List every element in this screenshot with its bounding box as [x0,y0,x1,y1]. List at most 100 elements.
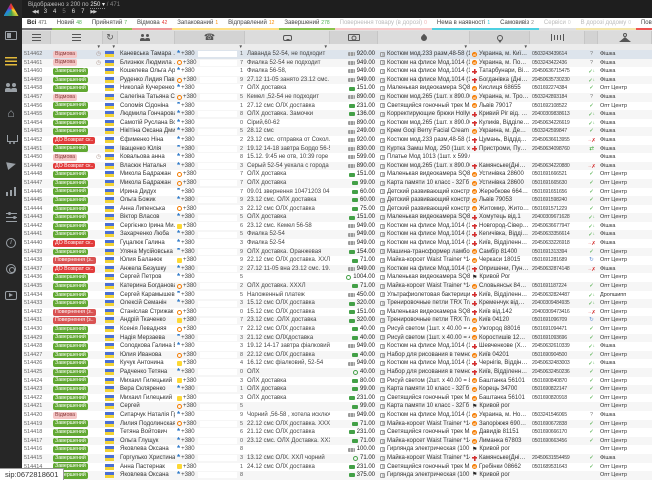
product-name: Тренировочные петли TRX Train… [387,316,470,325]
table-row[interactable]: 514420ВідмоваСитарчук Наталія Гр…*+3809Ч… [22,411,652,420]
table-row[interactable]: 514440ДО Возврат ск..Гуцалюк Галина*+380… [22,239,652,248]
table-row[interactable]: 514459ЗавершенийРуденко Лидия Пав…+38092… [22,76,652,85]
table-row[interactable]: 514414ЗавершенийАнна Пастернак+380124.12… [22,463,652,472]
table-row[interactable]: 514457ВідмоваСалегіна Татьяна С…+3805Кем… [22,93,652,102]
table-row[interactable]: 514435ЗавершенийКатерина Богданова+3802О… [22,282,652,291]
column-header-customer[interactable] [118,31,175,44]
column-header-delivery-state[interactable] [585,31,598,44]
sidebar-item-stats[interactable] [0,178,22,204]
table-row[interactable]: 514436ЗавершенийСергей Петров*+38051004.… [22,273,652,282]
sidebar-item-video[interactable] [0,282,22,308]
column-header-comment[interactable] [245,31,330,44]
table-row[interactable]: 514427ЗавершенийЮлия Иванова+380822.12 с… [22,351,652,360]
table-row[interactable]: 514434ЗавершенийСергей Карамышев*+3805На… [22,291,652,300]
table-row[interactable]: 514444ЗавершенийАнна Липенська+380322.12… [22,205,652,214]
table-row[interactable]: 514416ЗавершенийЯковлева Оксана*+3808100… [22,445,652,454]
table-row[interactable]: 514461Відмова◷Близнюк Людмила …+3807Фиал… [22,59,652,68]
column-header-shop[interactable] [598,31,652,44]
last-page-button[interactable]: ▶▶ [90,9,96,15]
table-row[interactable]: 514458ЗавершенийНиколай Кучеренко*+3807О… [22,84,652,93]
first-page-button[interactable]: ◀◀ [32,9,38,15]
payment-card-icon [352,336,358,340]
tab-Запакований[interactable]: Запакований1 [172,18,223,30]
table-row[interactable]: 514446ЗавершенийИрина Дидух*+380709.01 з… [22,188,652,197]
table-row[interactable]: 514430ЗавершенийКсенія Левадняя+380722.1… [22,325,652,334]
table-row[interactable]: 514438Повернення (з..Юлия Баланюк+380922… [22,256,652,265]
sidebar-item-cart[interactable] [0,126,22,152]
delivery-address: Куликів, Відділе… [479,119,529,128]
table-row[interactable]: 514445ЗавершенийОльга Божик*+380923.12 с… [22,196,652,205]
tab-Повернення[interactable]: Повернення [636,18,652,30]
tab-Всі[interactable]: Всі471 [22,18,52,30]
table-row[interactable]: 514456ЗавершенийСоломія Сідоніна*+380127… [22,102,652,111]
column-header-products[interactable] [378,31,470,44]
product-icon [380,232,385,237]
table-row[interactable]: 514439ЗавершенийУляна Мусійовська*+3809О… [22,248,652,257]
sidebar-item-orders-list[interactable] [0,48,22,74]
sidebar-item-customers[interactable] [0,74,22,100]
column-header-tracking[interactable] [530,31,585,44]
shop-name: Опт Центр [598,437,652,446]
column-header-address[interactable] [470,31,530,44]
table-row[interactable]: 514448ЗавершенийМикола Бадражан+3807ОЛХ … [22,170,652,179]
table-row[interactable]: 514415ЗавершенийГоргулько Христина…*+380… [22,454,652,463]
table-row[interactable]: 514426ЗавершенийКучук Антонина+380416.12… [22,359,652,368]
tab-Відмова[interactable]: Відмова42 [132,18,172,30]
tab-Прийнятий[interactable]: Прийнятий7 [87,18,132,30]
table-row[interactable]: 514433ЗавершенийОлексій Семанін*+380315.… [22,299,652,308]
table-row[interactable]: 514423ЗавершенийВера Скляренко*+3801ОЛХ … [22,385,652,394]
table-row[interactable]: 514429ЗавершенийНадія Мерзаева*+380321.1… [22,334,652,343]
sidebar-item-sliders[interactable] [0,204,22,230]
table-row[interactable]: 514451ЗавершенийІващенко Юлія*+380219.12… [22,145,652,154]
table-row[interactable]: 514431Повернення (з..Андрій Ткаченко+380… [22,316,652,325]
tab-Новий[interactable]: Новий48 [52,18,87,30]
column-header-phone[interactable]: ☎ [175,31,245,44]
tab-Сервіси[interactable]: Сервіси0 [539,18,576,30]
tab-Відправлений[interactable]: Відправлений12 [223,18,279,30]
table-row[interactable]: 514422ЗавершенийМихаил Гилецький+3803ОЛХ… [22,394,652,403]
column-header-country[interactable]: ↻ [103,31,118,44]
table-row[interactable]: 514428ЗавершенийСолодкова Галина В…*+380… [22,342,652,351]
table-row[interactable]: 514450Відмова◷Ковальова анна*+380815.12.… [22,153,652,162]
sidebar-item-dashboard-card[interactable] [0,22,22,48]
column-header-status[interactable] [51,31,103,44]
page-button-4[interactable]: 4 [53,9,56,15]
sidebar-item-warehouse[interactable]: ⌂ [0,100,22,126]
page-button-6[interactable]: 6 [72,9,75,15]
column-header-total[interactable] [330,31,378,44]
page-button-7[interactable]: 7 [81,9,84,15]
table-row[interactable]: 514442ЗавершенийСергієнко Ірина Ми…+3806… [22,222,652,231]
table-row[interactable]: 514441ЗавершенийЗахарченко Люба*+3805Фиа… [22,230,652,239]
table-row[interactable]: 514454ЗавершенийСамотій Руслана Во…*+380… [22,119,652,128]
sidebar-item-info[interactable]: i [0,230,22,256]
table-row[interactable]: 514421ЗавершенийСергей+380599.00Карта па… [22,402,652,411]
tab-Повернення товару (в дорозі)[interactable]: Повернення товару (в дорозі)0 [335,18,432,30]
page-button-3[interactable]: 3 [44,9,47,15]
table-row[interactable]: 514449ДО Возврат ск..Власюк Наталья*+380… [22,162,652,171]
page-size-dropdown[interactable]: 250 ▾ [90,2,105,9]
table-row[interactable]: 514437ДО Возврат ск..Анжела Безушку*+380… [22,265,652,274]
table-row[interactable]: 514418ЗавершенийТетяна Войтович*+380621.… [22,428,652,437]
table-row[interactable]: 514443ЗавершенийВіктор Власов*+3805ОЛХ д… [22,213,652,222]
table-row[interactable]: 514462Відмова◷Каневська Тамара …*+3801Ла… [22,50,652,59]
table-row[interactable]: 514452ДО Возврат ск..Єфименко Ніна*+3802… [22,136,652,145]
table-row[interactable]: 514419ЗавершенийЛилия Подолинская+380522… [22,420,652,429]
table-row[interactable]: 514417ЗавершенийОльга Глущук*+380023.12 … [22,437,652,446]
table-row[interactable]: 514460ЗавершенийКошелева Ольга Ар…*+3801… [22,67,652,76]
table-row[interactable]: 514425ЗавершенийРадченко Тетяна*+3800ОЛХ… [22,368,652,377]
sidebar-item-send[interactable] [0,152,22,178]
column-header-id[interactable] [22,31,51,44]
table-row[interactable]: 514432Повернення (з..Станіслав Стрижак+3… [22,308,652,317]
table-row[interactable]: 514424ЗавершенийМихаил Гилецький+3803ОЛХ… [22,377,652,386]
page-button-5[interactable]: 5 [62,9,65,15]
tab-Завершений[interactable]: Завершений278 [279,18,334,30]
operator-star-icon: * [177,301,180,306]
tab-Нема в наявності[interactable]: Нема в наявності1 [432,18,495,30]
table-row[interactable]: 514453ЗавершенийНікітіна Оксана Дми…*+38… [22,127,652,136]
table-row[interactable]: 514413ЗавершенийЯковлева Оксана*+3808375… [22,471,652,480]
tab-Самовивіз[interactable]: Самовивіз2 [495,18,539,30]
tab-В дорозі додому[interactable]: В дорозі додому0 [576,18,636,30]
table-row[interactable]: 514447ЗавершенийМикола Бадражан+3807ОЛХ … [22,179,652,188]
sidebar-item-support[interactable] [0,256,22,282]
table-row[interactable]: 514455ЗавершенийЛюдмила Гончарова*+3808О… [22,110,652,119]
